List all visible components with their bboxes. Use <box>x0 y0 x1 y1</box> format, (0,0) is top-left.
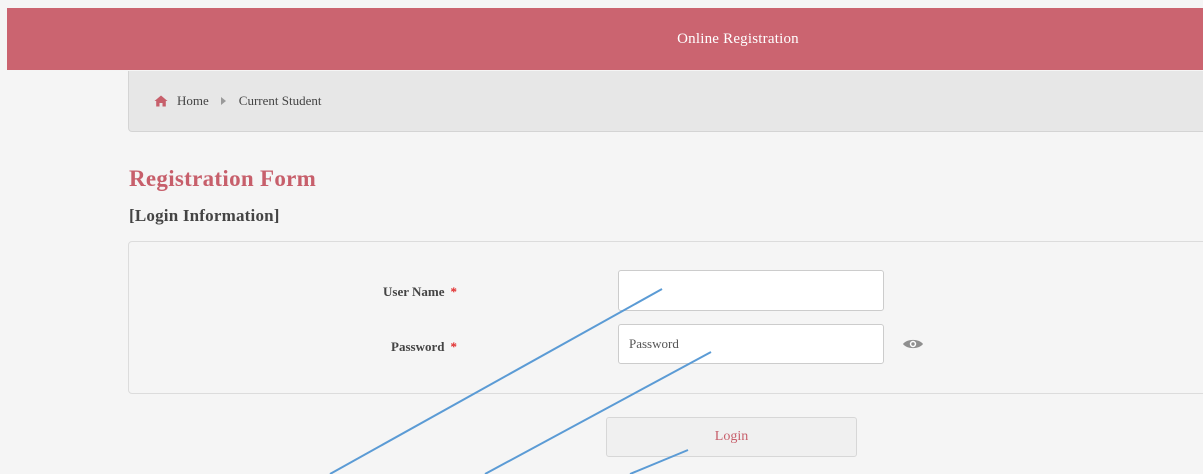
breadcrumb: Home Current Student <box>128 71 1203 132</box>
username-label-text: User Name <box>383 284 445 299</box>
username-input[interactable] <box>618 270 884 311</box>
login-form-panel: User Name * Password * <box>128 241 1203 394</box>
required-marker: * <box>450 339 458 354</box>
breadcrumb-separator-icon <box>220 97 226 105</box>
page: Online Registration Home Current Student… <box>0 0 1203 474</box>
password-label: Password * <box>334 339 457 355</box>
section-title: [Login Information] <box>129 206 280 225</box>
eye-icon[interactable] <box>902 338 924 350</box>
login-button[interactable]: Login <box>606 417 857 457</box>
password-label-text: Password <box>391 339 445 354</box>
breadcrumb-current: Current Student <box>238 93 322 108</box>
page-title: Registration Form <box>129 166 317 191</box>
home-icon[interactable] <box>154 95 168 107</box>
header-title: Online Registration <box>677 31 799 47</box>
required-marker: * <box>450 284 458 299</box>
password-input[interactable] <box>618 324 884 364</box>
username-label: User Name * <box>334 284 457 300</box>
top-header-bar: Online Registration <box>7 8 1203 70</box>
breadcrumb-home-link[interactable]: Home <box>177 93 209 109</box>
